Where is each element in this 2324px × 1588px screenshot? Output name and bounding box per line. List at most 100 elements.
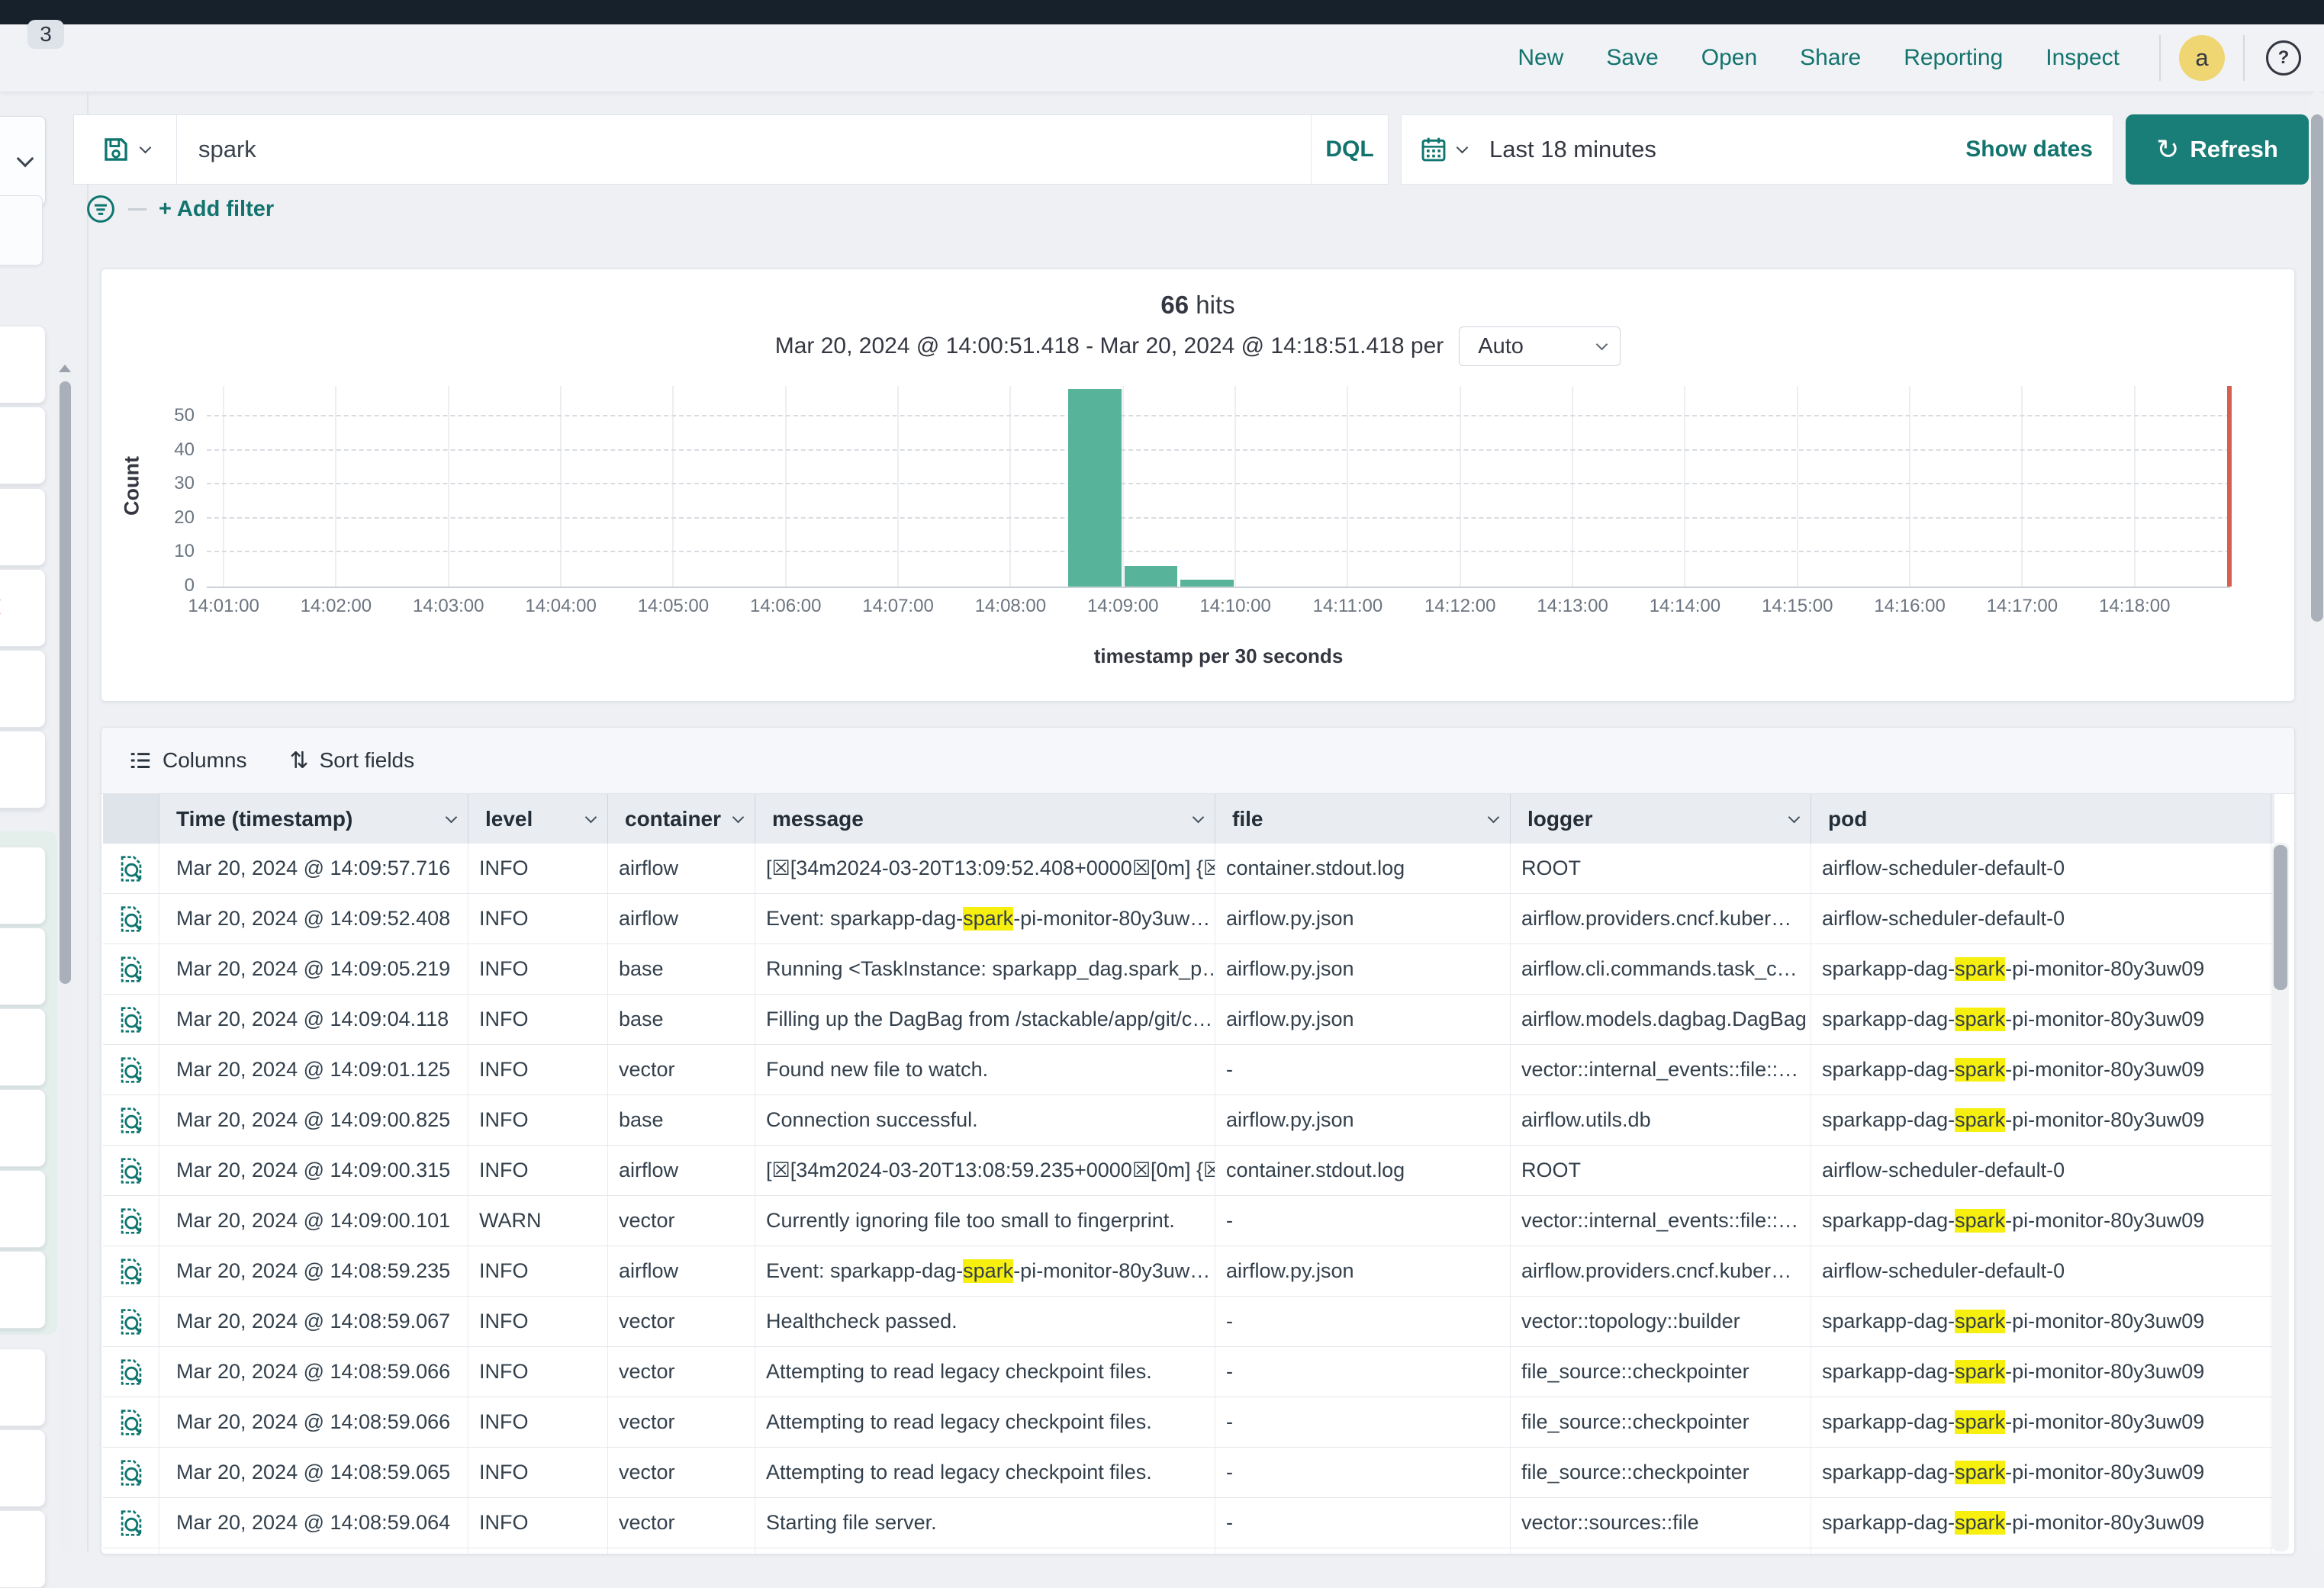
- expand-row-button[interactable]: [103, 1548, 159, 1554]
- table-row[interactable]: Mar 20, 2024 @ 14:08:59.066 INFO vector …: [103, 1347, 2274, 1397]
- table-row[interactable]: Mar 20, 2024 @ 14:08:59.066 INFO vector …: [103, 1397, 2274, 1448]
- table-row[interactable]: Mar 20, 2024 @ 14:09:57.716 INFO airflow…: [103, 844, 2274, 894]
- cell-pod: airflow-scheduler-default-0: [1811, 1146, 2271, 1195]
- avatar[interactable]: a: [2179, 35, 2225, 81]
- chart-plot[interactable]: 14:01:0014:02:0014:03:0014:04:0014:05:00…: [207, 386, 2230, 588]
- columns-button[interactable]: Columns: [129, 748, 246, 773]
- add-filter-button[interactable]: + Add filter: [159, 197, 274, 222]
- help-icon[interactable]: ?: [2266, 40, 2301, 76]
- expand-row-button[interactable]: [103, 1498, 159, 1548]
- field-card[interactable]: [0, 927, 46, 1005]
- field-card[interactable]: ✕: [0, 569, 46, 647]
- field-card[interactable]: [0, 488, 46, 566]
- expand-row-button[interactable]: [103, 995, 159, 1044]
- nav-inspect[interactable]: Inspect: [2046, 45, 2120, 71]
- histogram-bar[interactable]: [1125, 566, 1178, 587]
- header-file[interactable]: file: [1215, 794, 1511, 844]
- expand-row-button[interactable]: [103, 1397, 159, 1447]
- expand-row-button[interactable]: [103, 1045, 159, 1095]
- expand-row-button[interactable]: [103, 1146, 159, 1195]
- inspect-document-icon: [118, 904, 144, 934]
- header-logger[interactable]: logger: [1511, 794, 1811, 844]
- show-dates-button[interactable]: Show dates: [1965, 137, 2093, 162]
- field-card[interactable]: [0, 1089, 46, 1167]
- cell-level: INFO: [468, 944, 608, 994]
- table-row[interactable]: Mar 20, 2024 @ 14:09:00.101 WARN vector …: [103, 1196, 2274, 1246]
- expand-row-button[interactable]: [103, 894, 159, 943]
- header-pod[interactable]: pod: [1811, 794, 2271, 844]
- refresh-button[interactable]: ↻ Refresh: [2126, 114, 2309, 185]
- cell-logger: file_source::checkpointer: [1511, 1397, 1811, 1447]
- table-row[interactable]: Mar 20, 2024 @ 14:09:00.825 INFO base Co…: [103, 1095, 2274, 1146]
- cell-pod: [1811, 1548, 2271, 1554]
- saved-query-button[interactable]: [74, 115, 177, 184]
- expand-row-button[interactable]: [103, 1297, 159, 1346]
- table-row[interactable]: Mar 20, 2024 @ 14:08:59.067 INFO vector …: [103, 1297, 2274, 1347]
- chevron-down-icon: [17, 150, 34, 168]
- expand-row-button[interactable]: [103, 844, 159, 893]
- sidebar-collapse-button[interactable]: [0, 116, 46, 206]
- table-row[interactable]: [103, 1548, 2274, 1554]
- x-tick-label: 14:11:00: [1294, 596, 1401, 617]
- sort-fields-button[interactable]: ⇅ Sort fields: [289, 747, 414, 774]
- remove-field-icon[interactable]: ✕: [0, 590, 5, 625]
- expand-row-button[interactable]: [103, 1095, 159, 1145]
- time-range-end-marker: [2227, 386, 2232, 587]
- field-card[interactable]: [0, 407, 46, 484]
- sidebar-scrollbar-up-arrow[interactable]: [59, 365, 71, 372]
- histogram-bar[interactable]: [1068, 389, 1122, 587]
- sidebar-badge-box: [0, 195, 43, 265]
- nav-open[interactable]: Open: [1701, 45, 1757, 71]
- cell-level: INFO: [468, 1347, 608, 1397]
- cell-message: Attempting to read legacy checkpoint fil…: [755, 1448, 1215, 1497]
- nav-share[interactable]: Share: [1800, 45, 1861, 71]
- interval-select[interactable]: Auto: [1459, 326, 1621, 366]
- field-card[interactable]: [0, 326, 46, 403]
- field-card[interactable]: [0, 847, 46, 924]
- table-row[interactable]: Mar 20, 2024 @ 14:09:05.219 INFO base Ru…: [103, 944, 2274, 995]
- cell-pod: sparkapp-dag-spark-pi-monitor-80y3uw09: [1811, 1095, 2271, 1145]
- field-card[interactable]: [0, 1008, 46, 1086]
- expand-row-button[interactable]: [103, 944, 159, 994]
- date-picker[interactable]: Last 18 minutes Show dates: [1401, 114, 2113, 185]
- nav-new[interactable]: New: [1518, 45, 1563, 71]
- filter-icon[interactable]: [85, 194, 116, 224]
- table-row[interactable]: Mar 20, 2024 @ 14:09:00.315 INFO airflow…: [103, 1146, 2274, 1196]
- sidebar-scrollbar-thumb[interactable]: [60, 381, 71, 984]
- page-scrollbar-thumb[interactable]: [2311, 114, 2323, 622]
- expand-row-button[interactable]: [103, 1246, 159, 1296]
- query-language-button[interactable]: DQL: [1311, 115, 1388, 184]
- table-row[interactable]: Mar 20, 2024 @ 14:08:59.235 INFO airflow…: [103, 1246, 2274, 1297]
- header-message[interactable]: message: [755, 794, 1215, 844]
- nav-save[interactable]: Save: [1606, 45, 1658, 71]
- expand-row-button[interactable]: [103, 1448, 159, 1497]
- header-level[interactable]: level: [468, 794, 608, 844]
- field-card[interactable]: [0, 1251, 46, 1329]
- field-card[interactable]: [0, 1349, 46, 1426]
- table-scrollbar-thumb[interactable]: [2274, 845, 2287, 990]
- field-card[interactable]: [0, 1170, 46, 1248]
- table-row[interactable]: Mar 20, 2024 @ 14:08:59.065 INFO vector …: [103, 1448, 2274, 1498]
- time-range-subtitle: Mar 20, 2024 @ 14:00:51.418 - Mar 20, 20…: [775, 333, 1444, 359]
- field-card[interactable]: [0, 650, 46, 728]
- cell-level: INFO: [468, 844, 608, 893]
- search-input[interactable]: spark: [177, 115, 1311, 184]
- table-row[interactable]: Mar 20, 2024 @ 14:09:52.408 INFO airflow…: [103, 894, 2274, 944]
- table-row[interactable]: Mar 20, 2024 @ 14:09:04.118 INFO base Fi…: [103, 995, 2274, 1045]
- table-row[interactable]: Mar 20, 2024 @ 14:09:01.125 INFO vector …: [103, 1045, 2274, 1095]
- inspect-document-icon: [118, 1407, 144, 1438]
- table-row[interactable]: Mar 20, 2024 @ 14:08:59.064 INFO vector …: [103, 1498, 2274, 1548]
- x-tick-label: 14:18:00: [2081, 596, 2188, 617]
- histogram-bar[interactable]: [1180, 580, 1234, 587]
- cell-pod: airflow-scheduler-default-0: [1811, 844, 2271, 893]
- nav-reporting[interactable]: Reporting: [1904, 45, 2003, 71]
- expand-row-button[interactable]: [103, 1347, 159, 1397]
- header-container[interactable]: container: [608, 794, 755, 844]
- header-time[interactable]: Time (timestamp): [159, 794, 468, 844]
- cell-time: Mar 20, 2024 @ 14:09:00.825: [159, 1095, 468, 1145]
- field-card[interactable]: [0, 1510, 46, 1588]
- expand-row-button[interactable]: [103, 1196, 159, 1246]
- cell-container: vector: [608, 1196, 755, 1246]
- field-card[interactable]: [0, 1429, 46, 1507]
- field-card[interactable]: [0, 731, 46, 808]
